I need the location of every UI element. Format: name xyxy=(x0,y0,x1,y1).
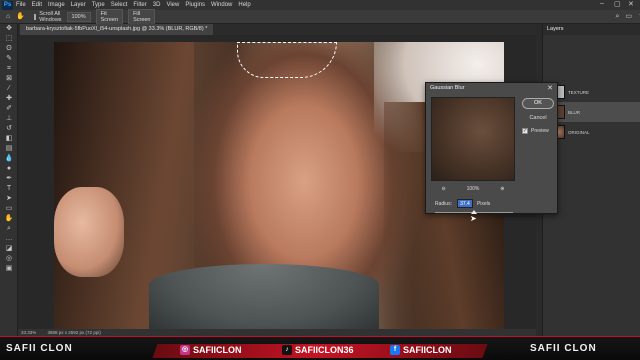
layer-name: ORIGINAL xyxy=(568,129,590,135)
blur-tool-icon[interactable]: 💧 xyxy=(0,154,18,164)
minimize-icon[interactable]: – xyxy=(600,0,604,7)
selection-marquee xyxy=(237,42,337,78)
preview-zoom-value: 100% xyxy=(466,186,480,192)
zoom-tool-icon[interactable]: ⌕ xyxy=(0,224,18,234)
blur-preview[interactable] xyxy=(431,97,515,181)
tiktok-text: SAFIICLON36 xyxy=(295,345,354,355)
menu-file[interactable]: File xyxy=(16,2,26,8)
ok-button[interactable]: OK xyxy=(522,98,554,109)
preview-label: Preview xyxy=(531,128,549,134)
menu-filter[interactable]: Filter xyxy=(133,2,146,8)
maximize-icon[interactable]: ▢ xyxy=(614,0,621,8)
color-swatches-icon[interactable]: ◪ xyxy=(0,244,18,254)
video-footer: SAFII CLON ◎ SAFIICLON ♪ SAFIICLON36 f S… xyxy=(0,336,640,360)
menu-3d[interactable]: 3D xyxy=(153,2,161,8)
cancel-button[interactable]: Cancel xyxy=(522,113,554,124)
menu-plugins[interactable]: Plugins xyxy=(185,2,205,8)
status-info: 3888 px x 2592 px (72 ppi) xyxy=(47,330,101,335)
preview-zoom-controls: ⊖ 100% ⊕ xyxy=(431,186,515,192)
tools-panel: ✥ ⬚ ʘ ✎ ⌗ ⊠ ⁄ ✚ ✐ ⊥ ↺ ◧ ▤ 💧 ● ✒ T ➤ ▭ ✋ … xyxy=(0,24,18,336)
brush-tool-icon[interactable]: ✐ xyxy=(0,104,18,114)
scroll-all-checkbox[interactable] xyxy=(34,13,37,20)
tiktok-handle: ♪ SAFIICLON36 xyxy=(282,345,354,355)
options-bar: ⌂ ✋ Scroll All Windows 100% Fit Screen F… xyxy=(0,8,640,25)
facebook-handle: f SAFIICLON xyxy=(390,345,452,355)
zoom-in-icon[interactable]: ⊕ xyxy=(500,186,504,192)
layers-tab[interactable]: Layers xyxy=(543,24,640,35)
screen-mode-icon[interactable]: ▣ xyxy=(0,264,18,274)
layer-name: BLUR xyxy=(568,109,581,115)
layer-name: TEXTURE xyxy=(568,89,590,95)
status-bar: 33.33% 3888 px x 2592 px (72 ppi) xyxy=(18,329,536,336)
menu-window[interactable]: Window xyxy=(211,2,232,8)
instagram-icon: ◎ xyxy=(180,345,190,355)
home-icon[interactable]: ⌂ xyxy=(6,13,10,21)
quick-select-tool-icon[interactable]: ✎ xyxy=(0,54,18,64)
document-tabs: barbara-krysztofiak-5fbPuoXl_i54-unsplas… xyxy=(18,24,536,35)
image-hand xyxy=(54,187,124,277)
close-icon[interactable]: ✕ xyxy=(547,84,553,92)
close-icon[interactable]: ✕ xyxy=(628,0,634,8)
dialog-titlebar[interactable]: Gaussian Blur ✕ xyxy=(426,83,557,94)
menu-select[interactable]: Select xyxy=(111,2,128,8)
search-icon[interactable]: ⌕ xyxy=(615,13,619,21)
menu-edit[interactable]: Edit xyxy=(32,2,42,8)
menu-type[interactable]: Type xyxy=(92,2,105,8)
menu-view[interactable]: View xyxy=(166,2,179,8)
mouse-cursor-icon: ➤ xyxy=(470,214,477,223)
zoom-out-icon[interactable]: ⊖ xyxy=(441,186,445,192)
radius-label: Radius: xyxy=(435,200,452,207)
shape-tool-icon[interactable]: ▭ xyxy=(0,204,18,214)
photoshop-logo: Ps xyxy=(2,0,13,10)
workspace-icon[interactable]: ▭ xyxy=(625,13,632,21)
menu-layer[interactable]: Layer xyxy=(71,2,86,8)
menu-image[interactable]: Image xyxy=(48,2,65,8)
clone-stamp-tool-icon[interactable]: ⊥ xyxy=(0,114,18,124)
tiktok-icon: ♪ xyxy=(282,345,292,355)
radius-input[interactable]: 37.4 xyxy=(456,199,473,208)
facebook-icon: f xyxy=(390,345,400,355)
radius-unit: Pixels xyxy=(476,200,491,207)
brand-left: SAFII CLON xyxy=(6,343,73,354)
quick-mask-icon[interactable]: ◎ xyxy=(0,254,18,264)
history-brush-tool-icon[interactable]: ↺ xyxy=(0,124,18,134)
lasso-tool-icon[interactable]: ʘ xyxy=(0,44,18,54)
gaussian-blur-dialog: Gaussian Blur ✕ ⊖ 100% ⊕ OK Cancel ✓ Pre… xyxy=(425,82,558,214)
eraser-tool-icon[interactable]: ◧ xyxy=(0,134,18,144)
dodge-tool-icon[interactable]: ● xyxy=(0,164,18,174)
scroll-all-label: Scroll All Windows xyxy=(39,10,62,23)
zoom-100-button[interactable]: 100% xyxy=(66,11,91,22)
instagram-handle: ◎ SAFIICLON xyxy=(180,345,242,355)
dialog-title: Gaussian Blur xyxy=(430,85,465,91)
healing-brush-tool-icon[interactable]: ✚ xyxy=(0,94,18,104)
marquee-tool-icon[interactable]: ⬚ xyxy=(0,34,18,44)
pen-tool-icon[interactable]: ✒ xyxy=(0,174,18,184)
eyedropper-tool-icon[interactable]: ⁄ xyxy=(0,84,18,94)
instagram-text: SAFIICLON xyxy=(193,345,242,355)
document-tab[interactable]: barbara-krysztofiak-5fbPuoXl_i54-unsplas… xyxy=(20,24,214,35)
image-sweater xyxy=(149,264,379,329)
hand-tool-icon[interactable]: ✋ xyxy=(0,214,18,224)
type-tool-icon[interactable]: T xyxy=(0,184,18,194)
preview-toggle[interactable]: ✓ Preview xyxy=(522,128,549,134)
hand-tool-icon[interactable]: ✋ xyxy=(16,13,25,21)
menu-help[interactable]: Help xyxy=(238,2,250,8)
radius-row: Radius: 37.4 Pixels xyxy=(435,199,490,208)
frame-tool-icon[interactable]: ⊠ xyxy=(0,74,18,84)
crop-tool-icon[interactable]: ⌗ xyxy=(0,64,18,74)
fill-screen-button[interactable]: Fill Screen xyxy=(128,8,156,25)
status-zoom[interactable]: 33.33% xyxy=(21,330,36,335)
edit-toolbar-icon[interactable]: … xyxy=(0,234,18,244)
brand-right: SAFII CLON xyxy=(530,343,597,354)
move-tool-icon[interactable]: ✥ xyxy=(0,24,18,34)
path-select-tool-icon[interactable]: ➤ xyxy=(0,194,18,204)
fit-screen-button[interactable]: Fit Screen xyxy=(95,8,124,25)
gradient-tool-icon[interactable]: ▤ xyxy=(0,144,18,154)
facebook-text: SAFIICLON xyxy=(403,345,452,355)
preview-checkbox[interactable]: ✓ xyxy=(522,128,528,134)
